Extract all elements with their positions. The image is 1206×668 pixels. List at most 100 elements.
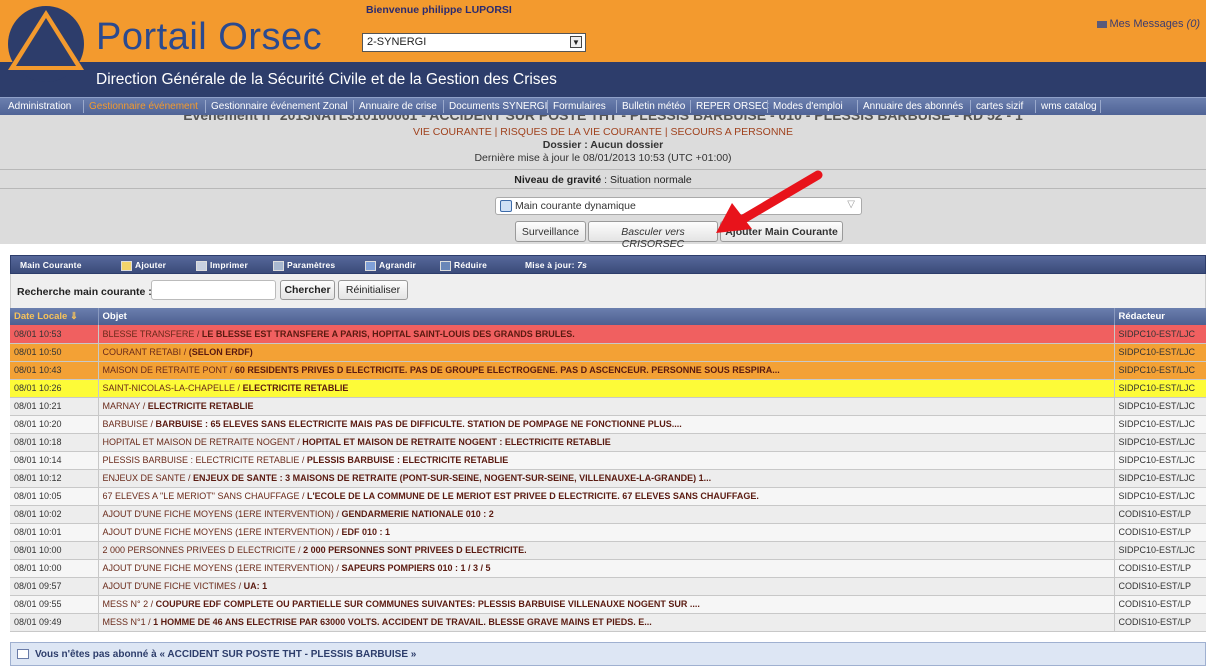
row-objet[interactable]: AJOUT D'UNE FICHE MOYENS (1ERE INTERVENT… <box>98 505 1115 524</box>
table-row[interactable]: 08/01 10:02 AJOUT D'UNE FICHE MOYENS (1ER… <box>10 505 1206 524</box>
row-objet[interactable]: HOPITAL ET MAISON DE RETRAITE NOGENT / H… <box>98 433 1115 452</box>
table-row[interactable]: 08/01 10:00 2 000 PERSONNES PRIVEES D ELE… <box>10 541 1206 560</box>
menu-item-gestionnaire-evenement[interactable]: Gestionnaire événement <box>89 101 198 112</box>
row-separator: / <box>227 365 235 375</box>
table-row[interactable]: 08/01 10:12 ENJEUX DE SANTE / ENJEUX DE S… <box>10 469 1206 488</box>
row-objet[interactable]: AJOUT D'UNE FICHE VICTIMES / UA: 1 <box>98 577 1115 596</box>
reduire-button[interactable]: Réduire <box>440 260 487 271</box>
reduire-label: Réduire <box>454 260 488 270</box>
table-row[interactable]: 08/01 10:50 COURANT RETABI / (SELON ERDF)… <box>10 343 1206 362</box>
row-detail: COUPURE EDF COMPLETE OU PARTIELLE SUR CO… <box>155 599 700 609</box>
search-button[interactable]: Chercher <box>280 280 335 300</box>
row-detail: ENJEUX DE SANTE : 3 MAISONS DE RETRAITE … <box>193 473 712 483</box>
row-detail: BARBUISE : 65 ELEVES SANS ELECTRICITE MA… <box>155 419 682 429</box>
row-date: 08/01 09:55 <box>10 595 99 614</box>
ajouter-button[interactable]: Ajouter <box>121 260 166 271</box>
gravity-label: Niveau de gravité <box>514 174 602 186</box>
portal-title[interactable]: Portail Orsec <box>96 16 322 59</box>
menu-item-administration[interactable]: Administration <box>8 101 71 112</box>
row-objet[interactable]: MAISON DE RETRAITE PONT / 60 RESIDENTS P… <box>98 361 1115 380</box>
table-row[interactable]: 08/01 10:18 HOPITAL ET MAISON DE RETRAITE… <box>10 433 1206 452</box>
menu-item-documents-synergi[interactable]: Documents SYNERGI <box>449 101 547 112</box>
column-objet-header[interactable]: Objet <box>98 308 1115 325</box>
column-redacteur-header[interactable]: Rédacteur <box>1114 308 1206 325</box>
menu-item-formulaires[interactable]: Formulaires <box>553 101 606 112</box>
chevron-down-icon[interactable]: ▼ <box>570 36 582 48</box>
row-objet[interactable]: 67 ELEVES A "LE MERIOT" SANS CHAUFFAGE /… <box>98 487 1115 506</box>
chevron-down-icon[interactable]: ▽ <box>847 199 855 210</box>
row-objet[interactable]: AJOUT D'UNE FICHE MOYENS (1ERE INTERVENT… <box>98 523 1115 542</box>
row-author: SIDPC10-EST/LJC <box>1114 397 1206 416</box>
row-separator: / <box>145 617 154 627</box>
reset-button[interactable]: Réinitialiser <box>338 280 408 300</box>
row-objet[interactable]: MESS N°1 / 1 HOMME DE 46 ANS ELECTRISE P… <box>98 613 1115 632</box>
table-row[interactable]: 08/01 10:01 AJOUT D'UNE FICHE MOYENS (1ER… <box>10 523 1206 542</box>
row-detail: GENDARMERIE NATIONALE 010 : 2 <box>341 509 494 519</box>
menu-item-annuaire-abonnes[interactable]: Annuaire des abonnés <box>863 101 963 112</box>
row-objet[interactable]: 2 000 PERSONNES PRIVEES D ELECTRICITE / … <box>98 541 1115 560</box>
row-author: CODIS10-EST/LP <box>1114 505 1206 524</box>
row-author: SIDPC10-EST/LJC <box>1114 361 1206 380</box>
table-row[interactable]: 08/01 10:53 BLESSE TRANSFERE / LE BLESSE … <box>10 325 1206 344</box>
row-objet[interactable]: BLESSE TRANSFERE / LE BLESSE EST TRANSFE… <box>98 325 1115 344</box>
table-row[interactable]: 08/01 09:49 MESS N°1 / 1 HOMME DE 46 ANS … <box>10 613 1206 632</box>
table-row[interactable]: 08/01 10:20 BARBUISE / BARBUISE : 65 ELEV… <box>10 415 1206 434</box>
row-title: 67 ELEVES A "LE MERIOT" SANS CHAUFFAGE <box>102 491 300 501</box>
row-detail: SAPEURS POMPIERS 010 : 1 / 3 / 5 <box>341 563 491 573</box>
row-title: MESS N° 2 <box>102 599 149 609</box>
row-date: 08/01 09:57 <box>10 577 99 596</box>
table-row[interactable]: 08/01 10:21 MARNAY / ELECTRICITE RETABLIE… <box>10 397 1206 416</box>
menu-item-cartes-sizif[interactable]: cartes sizif <box>976 101 1023 112</box>
row-separator: / <box>299 455 307 465</box>
table-row[interactable]: 08/01 10:00 AJOUT D'UNE FICHE MOYENS (1ER… <box>10 559 1206 578</box>
menu-item-wms-catalog[interactable]: wms catalog <box>1041 101 1097 112</box>
event-title-clip: Evénement n° 2013NATL310100061 - ACCIDEN… <box>0 115 1206 123</box>
welcome-text: Bienvenue philippe LUPORSI <box>366 4 512 16</box>
table-row[interactable]: 08/01 10:26 SAINT-NICOLAS-LA-CHAPELLE / E… <box>10 379 1206 398</box>
menu-item-bulletin-meteo[interactable]: Bulletin météo <box>622 101 685 112</box>
row-separator: / <box>185 473 194 483</box>
mise-a-jour: Mise à jour: 7s <box>525 260 588 270</box>
event-last-update: Dernière mise à jour le 08/01/2013 10:53… <box>474 152 732 164</box>
row-objet[interactable]: MESS N° 2 / COUPURE EDF COMPLETE OU PART… <box>98 595 1115 614</box>
row-separator: / <box>148 419 156 429</box>
row-objet[interactable]: SAINT-NICOLAS-LA-CHAPELLE / ELECTRICITE … <box>98 379 1115 398</box>
surveillance-button[interactable]: Surveillance <box>515 221 586 242</box>
menu-item-modes-emploi[interactable]: Modes d'emploi <box>773 101 843 112</box>
menu-separator <box>547 100 548 113</box>
row-objet[interactable]: AJOUT D'UNE FICHE MOYENS (1ERE INTERVENT… <box>98 559 1115 578</box>
column-date-header[interactable]: Date Locale ⇓ <box>10 308 99 325</box>
row-separator: / <box>299 491 307 501</box>
parametres-button[interactable]: Paramètres <box>273 260 335 271</box>
menu-item-gestionnaire-zonal[interactable]: Gestionnaire événement Zonal <box>211 101 348 112</box>
messages-link[interactable]: Mes Messages (0) <box>1096 18 1200 30</box>
table-row[interactable]: 08/01 09:57 AJOUT D'UNE FICHE VICTIMES / … <box>10 577 1206 596</box>
imprimer-button[interactable]: Imprimer <box>196 260 248 271</box>
basculer-crisorsec-button[interactable]: Basculer vers CRISORSEC <box>588 221 718 250</box>
row-objet[interactable]: MARNAY / ELECTRICITE RETABLIE <box>98 397 1115 416</box>
table-row[interactable]: 08/01 10:05 67 ELEVES A "LE MERIOT" SANS … <box>10 487 1206 506</box>
row-detail: LE BLESSE EST TRANSFERE A PARIS, HOPITAL… <box>201 328 575 339</box>
menu-item-reper-orsec[interactable]: REPER ORSEC <box>696 101 769 112</box>
menu-item-annuaire-crise[interactable]: Annuaire de crise <box>359 101 437 112</box>
row-objet[interactable]: BARBUISE / BARBUISE : 65 ELEVES SANS ELE… <box>98 415 1115 434</box>
table-row[interactable]: 08/01 10:43 MAISON DE RETRAITE PONT / 60 … <box>10 361 1206 380</box>
row-objet[interactable]: ENJEUX DE SANTE / ENJEUX DE SANTE : 3 MA… <box>98 469 1115 488</box>
subscription-text: Vous n'êtes pas abonné à « ACCIDENT SUR … <box>35 649 417 660</box>
table-row[interactable]: 08/01 10:14 PLESSIS BARBUISE : ELECTRICIT… <box>10 451 1206 470</box>
row-author: SIDPC10-EST/LJC <box>1114 433 1206 452</box>
note-icon <box>121 260 132 271</box>
row-objet[interactable]: PLESSIS BARBUISE : ELECTRICITE RETABLIE … <box>98 451 1115 470</box>
table-row[interactable]: 08/01 09:55 MESS N° 2 / COUPURE EDF COMPL… <box>10 595 1206 614</box>
row-date: 08/01 10:18 <box>10 433 99 452</box>
search-input[interactable] <box>151 280 276 300</box>
event-select[interactable]: 2-SYNERGI ▼ <box>362 33 586 52</box>
row-detail: HOPITAL ET MAISON DE RETRAITE NOGENT : E… <box>302 437 611 447</box>
agrandir-button[interactable]: Agrandir <box>365 260 416 271</box>
row-author: SIDPC10-EST/LJC <box>1114 415 1206 434</box>
row-objet[interactable]: COURANT RETABI / (SELON ERDF) <box>98 343 1115 362</box>
row-separator: / <box>194 328 202 339</box>
row-author: CODIS10-EST/LP <box>1114 577 1206 596</box>
row-detail: 60 RESIDENTS PRIVES D ELECTRICITE. PAS D… <box>234 365 780 375</box>
view-select-value: Main courante dynamique <box>515 200 636 212</box>
